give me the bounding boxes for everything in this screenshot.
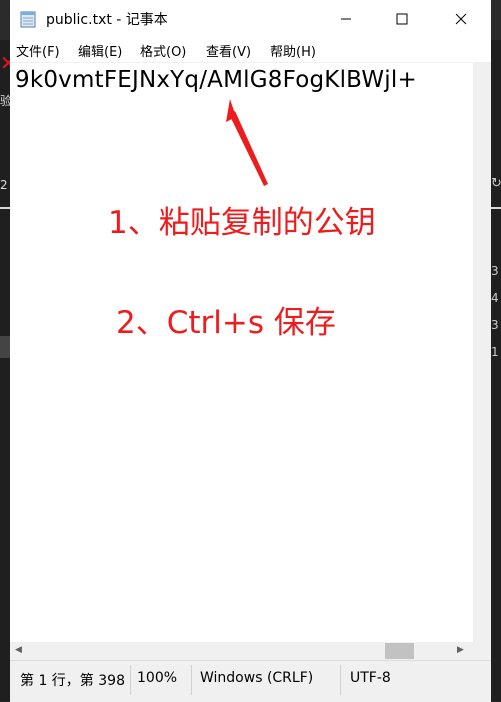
- annotation-step-1: 1、粘贴复制的公钥: [108, 205, 376, 241]
- annotation-arrow: [226, 99, 268, 186]
- annotation-step-2: 2、Ctrl+s 保存: [116, 305, 336, 341]
- arrow-shaft: [229, 111, 268, 186]
